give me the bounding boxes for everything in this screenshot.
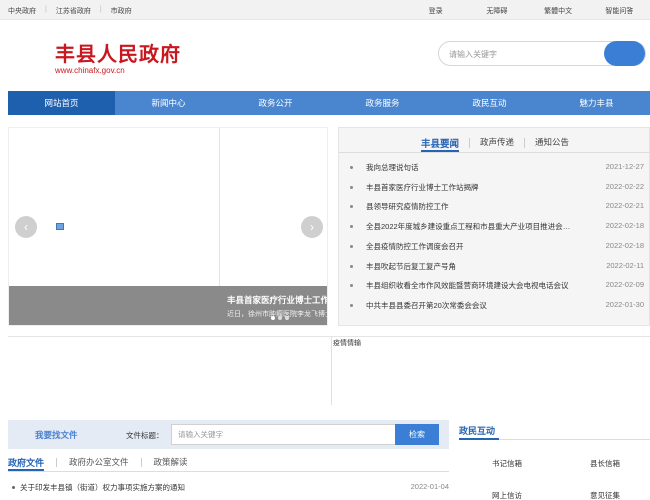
bullet-icon <box>350 185 353 189</box>
news-list-item[interactable]: 丰县组织收看全市作风效能暨营商环境建设大会电视电话会议 2022-02-09 <box>350 280 644 292</box>
news-panel: 丰县要闻 政声传递 通知公告 我向总理说句话 2021-12-27 丰县首家医疗行业… <box>338 127 650 326</box>
carousel-dot[interactable] <box>278 316 282 320</box>
news-list-item[interactable]: 县领导研究疫情防控工作 2022-02-21 <box>350 201 644 213</box>
news-date: 2022-02-11 <box>606 260 644 270</box>
link-central-gov[interactable]: 中央政府 <box>8 6 36 16</box>
online-petition-link[interactable]: 网上信访 <box>492 490 522 500</box>
news-date: 2022-02-18 <box>605 240 644 250</box>
bullet-icon <box>350 166 353 169</box>
carousel-caption-title[interactable]: 丰县首家医疗行业博士工作站揭牌 <box>227 294 327 306</box>
county-mayor-mailbox-link[interactable]: 县长信箱 <box>590 458 620 469</box>
news-title[interactable]: 我向总理说句话 <box>366 162 576 173</box>
news-date: 2022-02-22 <box>605 181 644 191</box>
doc-title-label: 文件标题： <box>126 431 164 440</box>
news-title[interactable]: 丰县组织收看全市作风效能暨营商环境建设大会电视电话会议 <box>366 280 576 291</box>
tab-fengxian-news[interactable]: 丰县要闻 <box>420 135 459 152</box>
traditional-chinese-link[interactable]: 繁體中文 <box>528 6 589 16</box>
news-title[interactable]: 全县2022年度城乡建设重点工程和市县重大产业项目推进会召开 <box>366 221 576 232</box>
section-divider <box>8 336 650 337</box>
bullet-icon <box>350 264 353 268</box>
tab-separator <box>56 458 58 467</box>
doc-search-input[interactable] <box>171 424 398 445</box>
bullet-icon <box>350 284 353 288</box>
carousel-prev-icon[interactable]: ‹ <box>15 216 37 238</box>
smart-qa-link[interactable]: 智能问答 <box>589 6 650 16</box>
news-date: 2022-02-18 <box>605 221 644 231</box>
caption-background <box>9 286 327 325</box>
nav-news-center[interactable]: 新闻中心 <box>115 91 222 115</box>
news-list-item[interactable]: 中共丰县县委召开第20次常委会会议 2022-01-30 <box>350 300 644 312</box>
news-title[interactable]: 丰县吹起节后复工复产号角 <box>366 261 576 272</box>
top-bar: 中央政府 | 江苏省政府 | 市政府 登录 无障碍 繁體中文 智能问答 <box>0 0 650 20</box>
tab-policy-voice[interactable]: 政声传递 <box>480 135 514 152</box>
news-title[interactable]: 丰县首家医疗行业博士工作站揭牌 <box>366 182 576 193</box>
news-list-item[interactable]: 全县2022年度城乡建设重点工程和市县重大产业项目推进会召开 2022-02-18 <box>350 221 644 233</box>
header-search <box>438 41 646 66</box>
news-carousel[interactable]: 丰县首家医疗行业博士工作站揭牌 近日，徐州市肿瘤医院李龙飞博士工作站在丰县人民医… <box>8 127 328 326</box>
news-date: 2022-02-09 <box>605 280 644 290</box>
bullet-icon <box>350 303 353 307</box>
interaction-underline <box>459 438 650 440</box>
tab-gov-documents[interactable]: 政府文件 <box>8 455 45 471</box>
news-date: 2022-02-21 <box>605 201 644 211</box>
login-link[interactable]: 登录 <box>405 6 466 16</box>
secretary-mailbox-link[interactable]: 书记信箱 <box>492 458 522 469</box>
news-title[interactable]: 中共丰县县委召开第20次常委会会议 <box>366 300 576 311</box>
doc-title[interactable]: 关于印发丰县镇（街道）权力事项实施方案的通知 <box>20 482 185 493</box>
link-city-gov[interactable]: 市政府 <box>111 6 132 16</box>
main-nav: 网站首页 新闻中心 政务公开 政务服务 政民互动 魅力丰县 <box>8 91 650 115</box>
carousel-dots <box>271 316 289 320</box>
carousel-dot[interactable] <box>285 316 289 320</box>
document-tabs: 政府文件 政府办公室文件 政策解读 <box>8 455 449 472</box>
separator: | <box>45 6 47 13</box>
bullet-icon <box>12 486 15 489</box>
tab-gov-office-documents[interactable]: 政府办公室文件 <box>69 455 129 471</box>
find-document-label: 我要找文件 <box>35 430 78 440</box>
epidemic-info-label[interactable]: 疫情情输 <box>333 338 361 348</box>
bullet-icon <box>350 205 353 209</box>
opinion-collection-link[interactable]: 意见征集 <box>590 490 620 500</box>
top-right-links: 登录 无障碍 繁體中文 智能问答 <box>405 6 650 16</box>
bullet-icon <box>350 225 353 229</box>
news-list-item[interactable]: 全县疫情防控工作调度会召开 2022-02-18 <box>350 241 644 253</box>
tab-notices[interactable]: 通知公告 <box>535 135 569 152</box>
document-search-bar: 我要找文件 文件标题： 检索 <box>8 420 449 449</box>
tab-separator <box>140 458 142 467</box>
tab-policy-interpretation[interactable]: 政策解读 <box>154 455 188 471</box>
accessibility-link[interactable]: 无障碍 <box>466 6 527 16</box>
carousel-next-icon[interactable]: › <box>301 216 323 238</box>
nav-gov-services[interactable]: 政务服务 <box>329 91 436 115</box>
news-tabs: 丰县要闻 政声传递 通知公告 <box>339 135 650 153</box>
link-province-gov[interactable]: 江苏省政府 <box>56 6 91 16</box>
nav-gov-affairs[interactable]: 政务公开 <box>222 91 329 115</box>
interaction-title[interactable]: 政民互动 <box>459 424 495 437</box>
nav-interaction[interactable]: 政民互动 <box>436 91 543 115</box>
image-placeholder-icon <box>56 223 64 230</box>
news-list-item[interactable]: 我向总理说句话 2021-12-27 <box>350 162 644 174</box>
bullet-icon <box>350 244 353 248</box>
nav-charm-fengxian[interactable]: 魅力丰县 <box>543 91 650 115</box>
doc-search-button[interactable]: 检索 <box>395 424 439 445</box>
site-title[interactable]: 丰县人民政府 <box>55 38 181 67</box>
news-title[interactable]: 县领导研究疫情防控工作 <box>366 201 576 212</box>
news-list-item[interactable]: 丰县首家医疗行业博士工作站揭牌 2022-02-22 <box>350 182 644 194</box>
search-button[interactable] <box>604 41 645 66</box>
separator: | <box>99 6 102 13</box>
news-date: 2021-12-27 <box>605 162 644 171</box>
tab-separator <box>468 138 470 148</box>
news-title[interactable]: 全县疫情防控工作调度会召开 <box>366 241 576 252</box>
tab-separator <box>524 138 525 148</box>
doc-date: 2022-01-04 <box>410 482 449 491</box>
search-input[interactable] <box>449 47 599 61</box>
carousel-dot[interactable] <box>271 316 275 320</box>
news-date: 2022-01-30 <box>605 299 644 309</box>
nav-home[interactable]: 网站首页 <box>8 91 115 115</box>
site-url: www.chinafx.gov.cn <box>55 66 125 75</box>
top-left-links: 中央政府 | 江苏省政府 | 市政府 <box>8 6 132 16</box>
news-list-item[interactable]: 丰县吹起节后复工复产号角 2022-02-11 <box>350 261 644 273</box>
section-vertical-divider <box>331 337 332 405</box>
list-item[interactable]: 关于印发丰县镇（街道）权力事项实施方案的通知 2022-01-04 <box>8 482 449 494</box>
